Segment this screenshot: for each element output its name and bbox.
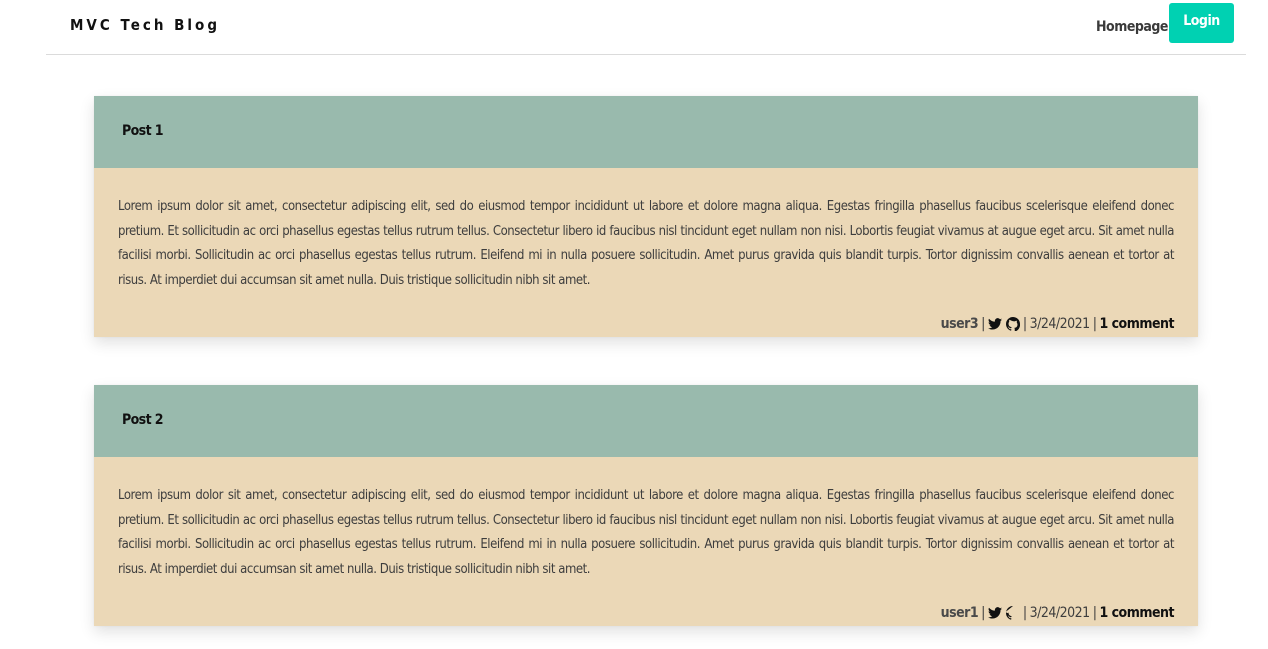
twitter-icon[interactable] xyxy=(987,607,1002,619)
post-card: Post 1 Lorem ipsum dolor sit amet, conse… xyxy=(94,96,1198,337)
meta-separator: | xyxy=(1092,605,1097,621)
login-button-label: Login xyxy=(1183,13,1220,29)
post-content: Lorem ipsum dolor sit amet, consectetur … xyxy=(118,488,1174,577)
meta-separator: | xyxy=(1092,316,1097,332)
post-author[interactable]: user1 xyxy=(941,605,979,621)
github-icon[interactable] xyxy=(1005,606,1020,620)
post-title[interactable]: Post 2 xyxy=(122,412,164,428)
meta-separator: | xyxy=(981,316,985,332)
post-author[interactable]: user3 xyxy=(941,316,979,332)
post-comments-link[interactable]: 1 comment xyxy=(1099,316,1174,332)
meta-separator: | xyxy=(1022,316,1027,332)
meta-separator: | xyxy=(1022,605,1027,621)
post-date: 3/24/2021 xyxy=(1029,316,1091,332)
post-header: Post 1 xyxy=(94,96,1198,168)
github-icon[interactable] xyxy=(1005,317,1020,331)
post-content: Lorem ipsum dolor sit amet, consectetur … xyxy=(118,199,1174,288)
post-meta: user1 | | 3/24/2021 | 1 comment xyxy=(941,605,1175,621)
post-date: 3/24/2021 xyxy=(1029,605,1091,621)
post-title[interactable]: Post 1 xyxy=(122,123,164,139)
site-brand[interactable]: MVC Tech Blog xyxy=(70,16,220,34)
homepage-link[interactable]: Homepage xyxy=(1096,19,1168,35)
meta-separator: | xyxy=(981,605,985,621)
post-comments-link[interactable]: 1 comment xyxy=(1099,605,1174,621)
login-button[interactable]: Login xyxy=(1169,3,1234,43)
post-card: Post 2 Lorem ipsum dolor sit amet, conse… xyxy=(94,385,1198,626)
twitter-icon[interactable] xyxy=(987,318,1002,330)
post-meta: user3 | | 3/24/2021 | 1 comment xyxy=(941,316,1175,332)
navbar: MVC Tech Blog Homepage Login xyxy=(46,0,1246,55)
post-header: Post 2 xyxy=(94,385,1198,457)
post-body: Lorem ipsum dolor sit amet, consectetur … xyxy=(94,457,1198,626)
post-body: Lorem ipsum dolor sit amet, consectetur … xyxy=(94,168,1198,337)
